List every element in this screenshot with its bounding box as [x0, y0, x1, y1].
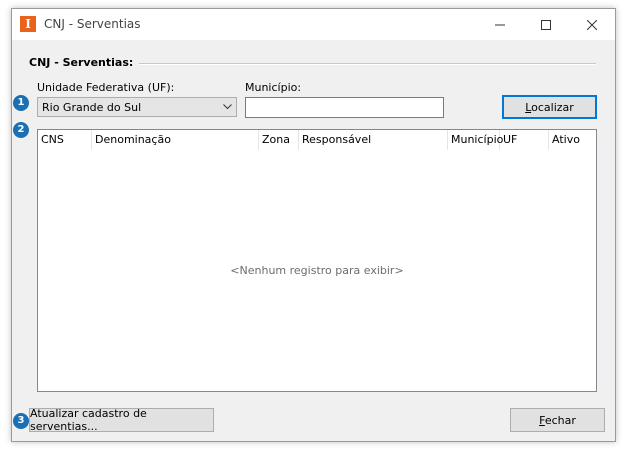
fechar-label: Fechar — [539, 413, 576, 427]
municipio-label: Município: — [245, 81, 302, 94]
serventias-grid[interactable]: CNS Denominação Zona Responsável Municíp… — [37, 129, 597, 392]
serventias-window: I CNJ - Serventias CNJ - Serventias: Uni… — [11, 8, 616, 442]
atualizar-cadastro-label: Atualizar cadastro de serventias... — [30, 407, 147, 433]
column-header-uf[interactable]: UF — [500, 130, 549, 150]
minimize-icon — [495, 24, 505, 25]
column-header-responsavel[interactable]: Responsável — [299, 130, 448, 150]
uf-select[interactable]: Rio Grande do Sul — [37, 97, 237, 117]
column-header-cns[interactable]: CNS — [38, 130, 92, 150]
localizar-button[interactable]: Localizar — [502, 95, 597, 119]
maximize-button[interactable] — [523, 9, 569, 40]
grid-header: CNS Denominação Zona Responsável Municíp… — [38, 130, 596, 150]
column-header-municipio[interactable]: Município — [448, 130, 503, 150]
close-button[interactable] — [569, 9, 615, 40]
column-header-denominacao[interactable]: Denominação — [92, 130, 259, 150]
group-divider — [132, 63, 596, 65]
title-bar[interactable]: I CNJ - Serventias — [12, 9, 615, 40]
annotation-badge-2: 2 — [13, 122, 29, 138]
column-header-ativo[interactable]: Ativo — [549, 130, 596, 150]
uf-select-value: Rio Grande do Sul — [42, 101, 142, 114]
window-title: CNJ - Serventias — [44, 17, 141, 31]
minimize-button[interactable] — [477, 9, 523, 40]
annotation-badge-1: 1 — [13, 95, 29, 111]
fechar-button[interactable]: Fechar — [510, 408, 605, 432]
maximize-icon — [541, 19, 551, 30]
group-title: CNJ - Serventias: — [29, 56, 140, 69]
chevron-down-icon — [223, 104, 232, 110]
close-icon — [587, 19, 597, 30]
localizar-label: Localizar — [525, 100, 574, 114]
column-header-zona[interactable]: Zona — [259, 130, 299, 150]
grid-empty-message: <Nenhum registro para exibir> — [230, 264, 404, 277]
municipio-input[interactable] — [245, 97, 444, 118]
atualizar-cadastro-button[interactable]: Atualizar cadastro de serventias... — [29, 407, 214, 433]
app-logo-icon: I — [20, 16, 36, 32]
uf-label: Unidade Federativa (UF): — [37, 81, 175, 94]
annotation-badge-3: 3 — [13, 413, 29, 429]
